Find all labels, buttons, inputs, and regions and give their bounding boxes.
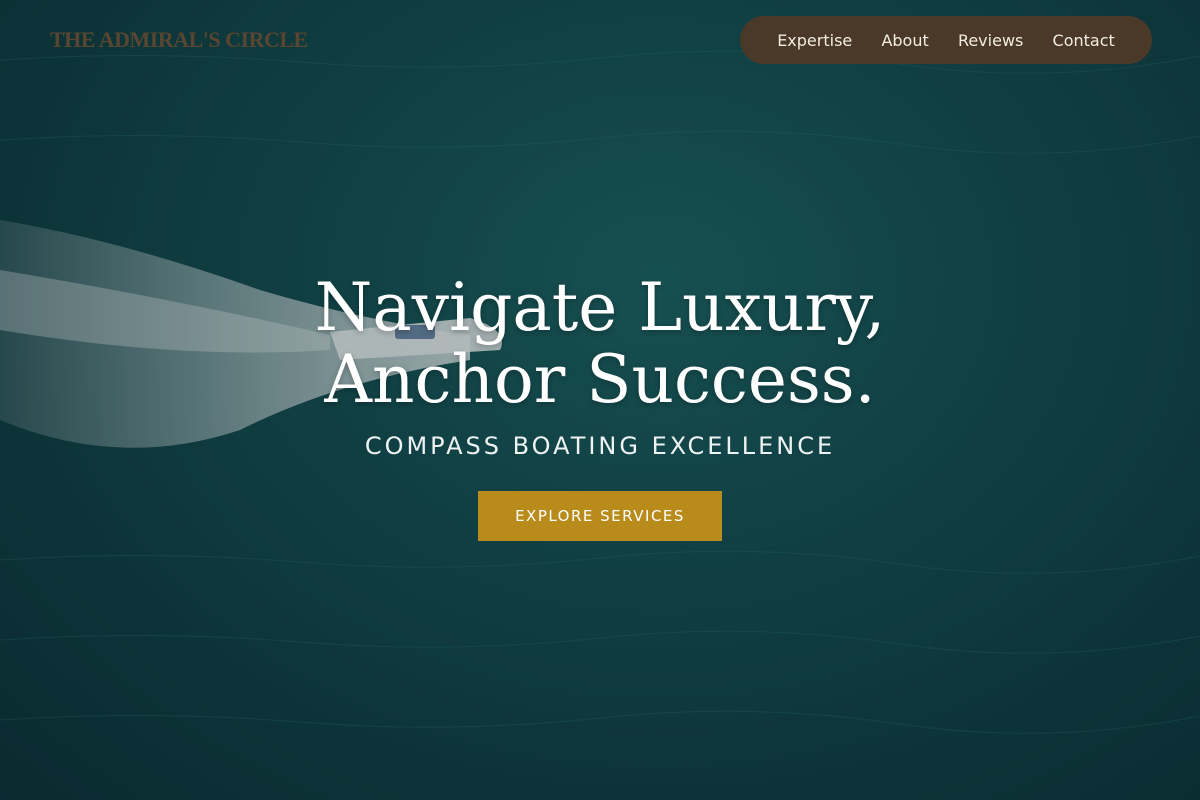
nav-link-about[interactable]: About	[881, 31, 928, 50]
hero-headline-line1: Navigate Luxury,	[314, 269, 886, 346]
site-logo[interactable]: THE ADMIRAL'S CIRCLE	[50, 27, 308, 53]
hero-headline-line2: Anchor Success.	[324, 341, 876, 418]
hero-subtitle: COMPASS BOATING EXCELLENCE	[364, 432, 836, 460]
explore-services-button[interactable]: EXPLORE SERVICES	[478, 491, 722, 541]
nav-link-expertise[interactable]: Expertise	[777, 31, 852, 50]
nav-link-contact[interactable]: Contact	[1053, 31, 1115, 50]
hero-headline: Navigate Luxury, Anchor Success.	[0, 272, 1200, 416]
main-nav: Expertise About Reviews Contact	[740, 16, 1152, 64]
nav-link-reviews[interactable]: Reviews	[958, 31, 1023, 50]
